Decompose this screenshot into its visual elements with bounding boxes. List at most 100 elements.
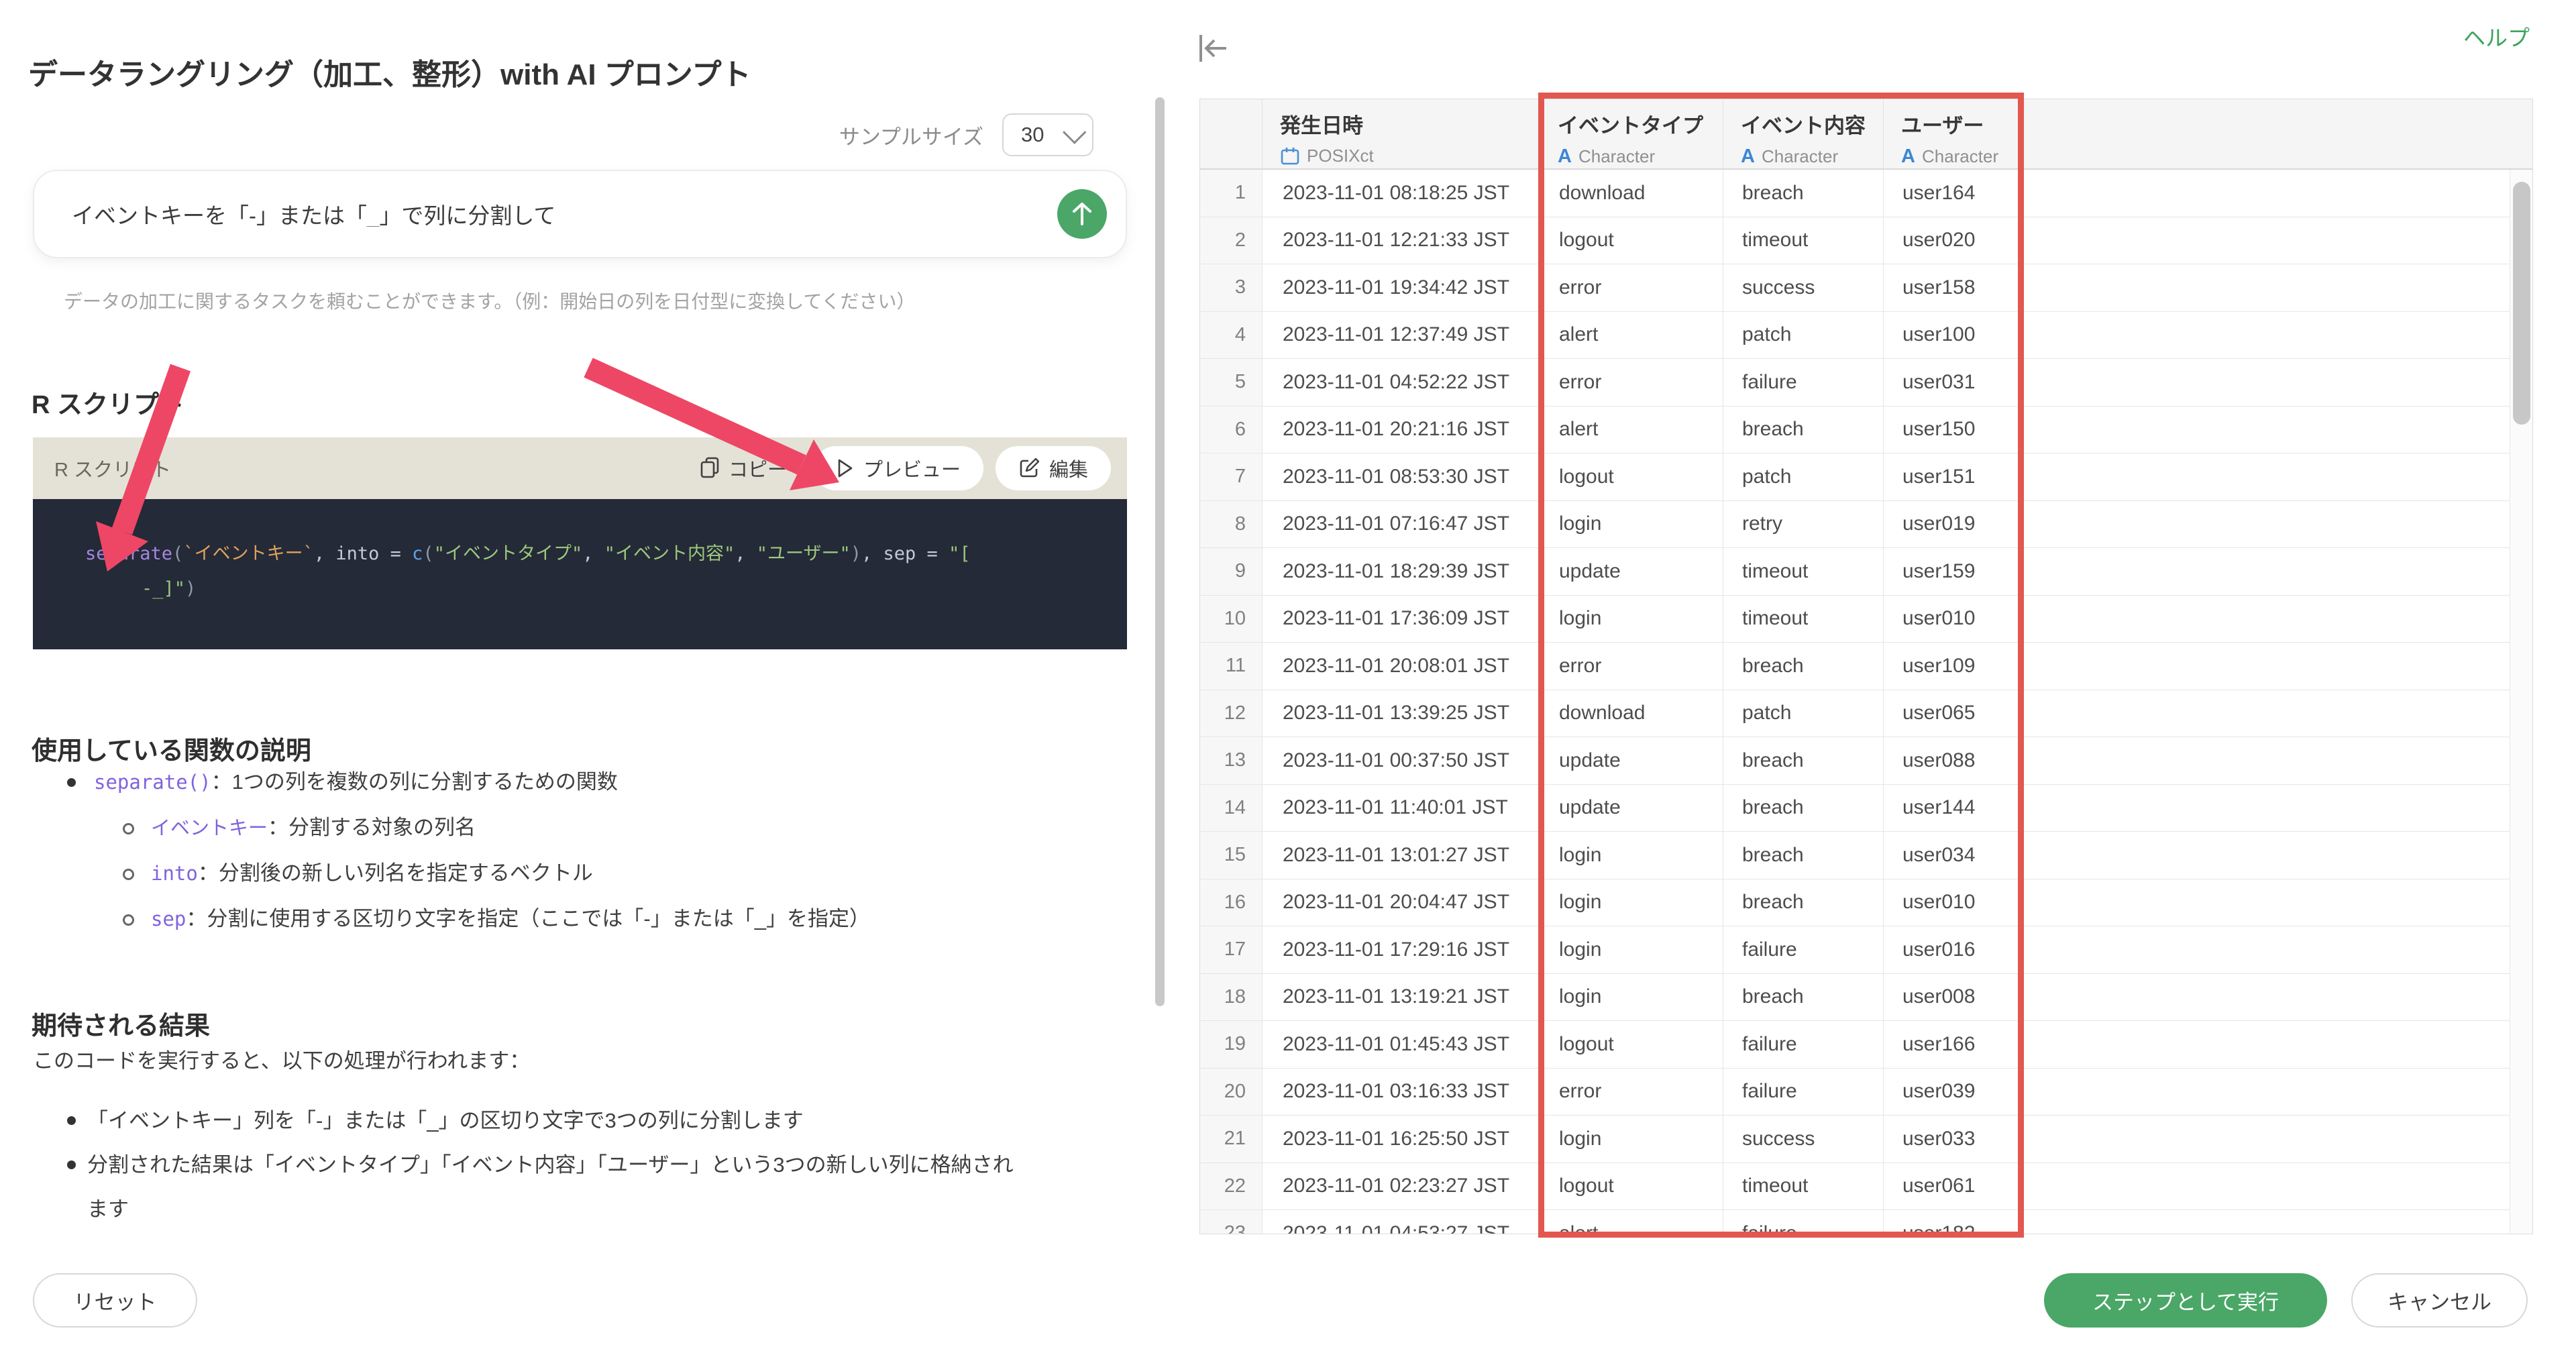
column-header-event-type[interactable]: イベントタイプ A Character	[1540, 99, 1723, 168]
event-content-cell: failure	[1723, 1021, 1884, 1069]
calendar-icon	[1280, 146, 1300, 166]
preview-button[interactable]: プレビュー	[814, 446, 983, 490]
timestamp-cell: 2023-11-01 07:16:47 JST	[1263, 501, 1540, 549]
timestamp-cell: 2023-11-01 17:36:09 JST	[1263, 596, 1540, 643]
left-panel-scrollbar[interactable]	[1155, 97, 1165, 1006]
code-token: separate	[85, 543, 172, 564]
timestamp-cell: 2023-11-01 12:37:49 JST	[1263, 312, 1540, 360]
code-token: =	[379, 543, 412, 564]
copy-label: コピー	[729, 454, 787, 482]
table-row: 42023-11-01 12:37:49 JSTalertpatchuser10…	[1200, 312, 2532, 360]
edit-label: 編集	[1049, 454, 1088, 482]
user-cell: user034	[1884, 832, 2023, 879]
code-token: c	[412, 543, 423, 564]
timestamp-cell: 2023-11-01 04:52:22 JST	[1263, 359, 1540, 407]
column-type: Character	[1762, 146, 1838, 167]
table-scrollbar-thumb[interactable]	[2513, 182, 2530, 425]
column-header-user[interactable]: ユーザー A Character	[1884, 99, 2023, 168]
reset-button[interactable]: リセット	[33, 1273, 197, 1328]
sample-size-value: 30	[1021, 123, 1044, 147]
empty-cell	[2023, 832, 2532, 879]
empty-cell	[2023, 548, 2532, 596]
user-cell: user100	[1884, 312, 2023, 360]
row-number-cell: 3	[1200, 264, 1263, 312]
user-cell: user010	[1884, 596, 2023, 643]
function-list-item: into：分割後の新しい列名を指定するベクトル	[33, 851, 1106, 896]
row-number-cell: 7	[1200, 453, 1263, 501]
prompt-box	[33, 170, 1127, 258]
column-header-timestamp[interactable]: 発生日時 POSIXct	[1263, 99, 1540, 168]
user-cell: user166	[1884, 1021, 2023, 1069]
event-content-cell: timeout	[1723, 548, 1884, 596]
event-content-cell: failure	[1723, 1210, 1884, 1234]
column-header-event-content[interactable]: イベント内容 A Character	[1723, 99, 1884, 168]
empty-cell	[2023, 737, 2532, 785]
code-token: -_]"	[142, 578, 185, 599]
table-row: 172023-11-01 17:29:16 JSTloginfailureuse…	[1200, 926, 2532, 974]
expected-list: 「イベントキー」列を「-」または「_」の区切り文字で3つの列に分割します分割され…	[33, 1099, 1039, 1232]
submit-prompt-button[interactable]	[1057, 189, 1107, 239]
timestamp-cell: 2023-11-01 17:29:16 JST	[1263, 926, 1540, 974]
row-number-cell: 8	[1200, 501, 1263, 549]
empty-header-cell	[2023, 99, 2532, 168]
r-script-card: R スクリプト コピー プレビュー 編集 separate(`イベントキー`, …	[33, 437, 1127, 649]
row-number-cell: 14	[1200, 785, 1263, 832]
table-row: 122023-11-01 13:39:25 JSTdownloadpatchus…	[1200, 690, 2532, 738]
event-type-cell: alert	[1540, 407, 1723, 454]
row-number-cell: 11	[1200, 643, 1263, 690]
code-token: (	[423, 543, 433, 564]
event-content-cell: patch	[1723, 453, 1884, 501]
event-content-cell: timeout	[1723, 217, 1884, 265]
code-line-2: -_]")	[85, 578, 196, 599]
code-token: ,	[861, 543, 883, 564]
table-row: 82023-11-01 07:16:47 JSTloginretryuser01…	[1200, 501, 2532, 549]
code-token: =	[916, 543, 949, 564]
user-cell: user039	[1884, 1069, 2023, 1116]
event-type-cell: alert	[1540, 1210, 1723, 1234]
sample-size-select[interactable]: 30	[1002, 113, 1093, 156]
user-cell: user150	[1884, 407, 2023, 454]
event-type-cell: logout	[1540, 1163, 1723, 1211]
table-row: 152023-11-01 13:01:27 JSTloginbreachuser…	[1200, 832, 2532, 879]
character-type-icon: A	[1901, 146, 1915, 168]
event-type-cell: login	[1540, 974, 1723, 1022]
r-code-block[interactable]: separate(`イベントキー`, into = c("イベントタイプ", "…	[33, 499, 1127, 649]
timestamp-cell: 2023-11-01 01:45:43 JST	[1263, 1021, 1540, 1069]
row-number-cell: 16	[1200, 879, 1263, 927]
empty-cell	[2023, 785, 2532, 832]
edit-button[interactable]: 編集	[996, 446, 1111, 490]
collapse-left-icon	[1195, 30, 1233, 67]
table-row: 132023-11-01 00:37:50 JSTupdatebreachuse…	[1200, 737, 2532, 785]
timestamp-cell: 2023-11-01 02:23:27 JST	[1263, 1163, 1540, 1211]
sample-size-label: サンプルサイズ	[839, 120, 983, 150]
cancel-button[interactable]: キャンセル	[2351, 1273, 2528, 1328]
table-row: 62023-11-01 20:21:16 JSTalertbreachuser1…	[1200, 407, 2532, 454]
collapse-panel-button[interactable]	[1195, 30, 1233, 67]
character-type-icon: A	[1741, 146, 1755, 168]
table-row: 202023-11-01 03:16:33 JSTerrorfailureuse…	[1200, 1069, 2532, 1116]
event-content-cell: failure	[1723, 1069, 1884, 1116]
expected-list-item: 「イベントキー」列を「-」または「_」の区切り文字で3つの列に分割します	[33, 1099, 1032, 1143]
code-toolbar: R スクリプト コピー プレビュー 編集	[33, 437, 1127, 499]
row-number-cell: 18	[1200, 974, 1263, 1022]
code-token: "イベント内容"	[604, 543, 735, 564]
table-row: 22023-11-01 12:21:33 JSTlogouttimeoutuse…	[1200, 217, 2532, 265]
user-cell: user016	[1884, 926, 2023, 974]
expected-heading: 期待される結果	[32, 1005, 210, 1042]
copy-button[interactable]: コピー	[696, 453, 791, 483]
help-link[interactable]: ヘルプ	[2463, 20, 2530, 52]
table-row: 32023-11-01 19:34:42 JSTerrorsuccessuser…	[1200, 264, 2532, 312]
table-scrollbar-track[interactable]	[2510, 170, 2533, 1234]
event-type-cell: error	[1540, 1069, 1723, 1116]
prompt-input[interactable]	[34, 201, 1057, 227]
event-content-cell: patch	[1723, 312, 1884, 360]
code-token: ,	[314, 543, 336, 564]
r-script-heading: R スクリプト	[32, 384, 184, 421]
timestamp-cell: 2023-11-01 18:29:39 JST	[1263, 548, 1540, 596]
table-body: 12023-11-01 08:18:25 JSTdownloadbreachus…	[1200, 170, 2532, 1234]
row-number-header	[1200, 99, 1263, 168]
event-type-cell: login	[1540, 879, 1723, 927]
timestamp-cell: 2023-11-01 13:19:21 JST	[1263, 974, 1540, 1022]
run-as-step-button[interactable]: ステップとして実行	[2044, 1273, 2327, 1328]
event-type-cell: error	[1540, 643, 1723, 690]
